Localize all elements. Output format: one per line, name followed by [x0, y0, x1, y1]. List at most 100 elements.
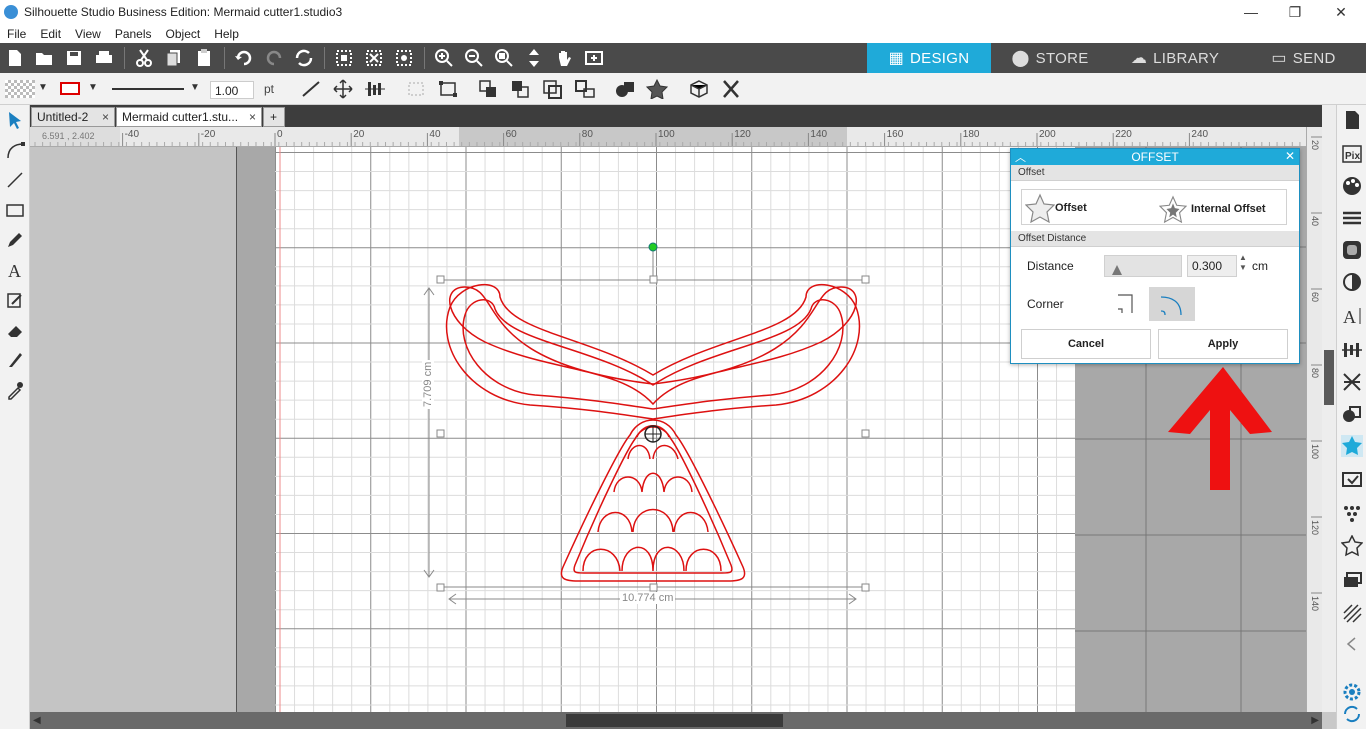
- doc-tab-untitled-2[interactable]: Untitled-2 ×: [31, 107, 115, 127]
- corner-round-button[interactable]: [1149, 287, 1195, 321]
- replicate-icon[interactable]: [688, 79, 710, 99]
- menu-view[interactable]: View: [68, 27, 108, 41]
- menu-object[interactable]: Object: [159, 27, 208, 41]
- align-panel-icon[interactable]: [1341, 339, 1363, 361]
- modify-icon[interactable]: [1341, 403, 1363, 425]
- layers-icon[interactable]: [1341, 569, 1363, 591]
- right-panel-scroll-thumb[interactable]: [1324, 350, 1334, 405]
- distance-slider[interactable]: [1104, 255, 1182, 277]
- text-tool-icon[interactable]: A: [4, 259, 26, 281]
- fill-dropdown-icon[interactable]: ▼: [38, 82, 48, 93]
- eyedropper-tool-icon[interactable]: [4, 379, 26, 401]
- transparency-icon[interactable]: [1341, 271, 1363, 293]
- open-folder-icon[interactable]: [34, 48, 54, 68]
- pan-hand-icon[interactable]: [554, 48, 574, 68]
- send-to-back-icon[interactable]: [510, 79, 532, 99]
- doc-tab-mermaid-cutter1[interactable]: Mermaid cutter1.stu... ×: [116, 107, 262, 127]
- tab-library[interactable]: ☁ LIBRARY: [1109, 43, 1241, 73]
- copy-icon[interactable]: [164, 48, 184, 68]
- deselect-icon[interactable]: [364, 48, 384, 68]
- point-edit-icon[interactable]: [4, 139, 26, 161]
- sketch-tool-icon[interactable]: [4, 289, 26, 311]
- close-window-button[interactable]: ✕: [1318, 0, 1364, 24]
- distance-input[interactable]: 0.300: [1187, 255, 1237, 277]
- horizontal-scroll-thumb[interactable]: [566, 714, 783, 727]
- fill-color-palette-icon[interactable]: [1341, 175, 1363, 197]
- redo-icon[interactable]: [264, 48, 284, 68]
- line-style-preview[interactable]: [112, 88, 184, 90]
- rectangle-tool-icon[interactable]: [4, 199, 26, 221]
- collapse-panel-icon[interactable]: ︿: [1015, 149, 1026, 165]
- offset-panel-star-icon[interactable]: [1341, 435, 1363, 457]
- restore-button[interactable]: ❐: [1272, 0, 1318, 24]
- sketch-pattern-icon[interactable]: [1341, 603, 1363, 625]
- line-color-dropdown-icon[interactable]: ▼: [88, 82, 98, 93]
- close-panel-icon[interactable]: ✕: [1285, 149, 1295, 163]
- trace-icon[interactable]: [1341, 239, 1363, 261]
- close-tab-icon[interactable]: ×: [249, 110, 256, 124]
- collapse-left-icon[interactable]: [1341, 633, 1363, 655]
- cut-scissors-icon[interactable]: [134, 48, 154, 68]
- redraw-icon[interactable]: [294, 48, 314, 68]
- zoom-fit-icon[interactable]: [584, 48, 604, 68]
- transform-icon[interactable]: [1341, 371, 1363, 393]
- group-icon[interactable]: [405, 79, 427, 99]
- select-arrow-icon[interactable]: [4, 109, 26, 131]
- corner-sharp-button[interactable]: [1110, 287, 1146, 321]
- draw-pencil-icon[interactable]: [4, 229, 26, 251]
- scroll-right-icon[interactable]: ▶: [1311, 715, 1319, 726]
- apply-button[interactable]: Apply: [1158, 329, 1288, 359]
- page-setup-icon[interactable]: [1341, 109, 1363, 131]
- save-icon[interactable]: [64, 48, 84, 68]
- select-all-icon[interactable]: [334, 48, 354, 68]
- zoom-select-icon[interactable]: [494, 48, 514, 68]
- line-color-swatch[interactable]: [60, 82, 80, 95]
- fill-pattern-swatch[interactable]: [5, 80, 35, 98]
- line-style-dropdown-icon[interactable]: ▼: [190, 82, 200, 93]
- edit-points-icon[interactable]: [394, 48, 414, 68]
- cancel-button[interactable]: Cancel: [1021, 329, 1151, 359]
- undo-icon[interactable]: [234, 48, 254, 68]
- line-style-icon[interactable]: [1341, 207, 1363, 229]
- settings-gear-icon[interactable]: [1341, 681, 1363, 703]
- replicate-panel-icon[interactable]: [1341, 469, 1363, 491]
- zoom-out-icon[interactable]: [464, 48, 484, 68]
- delete-icon[interactable]: [720, 79, 742, 99]
- bring-forward-icon[interactable]: [542, 79, 564, 99]
- sync-icon[interactable]: [1341, 703, 1363, 725]
- minimize-button[interactable]: —: [1228, 0, 1274, 24]
- tab-store[interactable]: ⬤ STORE: [991, 43, 1109, 73]
- distance-stepper-icon[interactable]: ▲ ▼: [1239, 253, 1247, 273]
- tab-send[interactable]: ▭ SEND: [1241, 43, 1366, 73]
- align-icon[interactable]: [364, 79, 386, 99]
- fit-to-page-icon[interactable]: [524, 48, 544, 68]
- pixscan-icon[interactable]: Pix: [1341, 143, 1363, 165]
- nesting-icon[interactable]: [1341, 503, 1363, 525]
- print-icon[interactable]: [94, 48, 114, 68]
- library-star-icon[interactable]: [1341, 535, 1363, 557]
- line-tool-icon[interactable]: [4, 169, 26, 191]
- menu-panels[interactable]: Panels: [108, 27, 159, 41]
- ungroup-icon[interactable]: [437, 79, 459, 99]
- menu-edit[interactable]: Edit: [33, 27, 68, 41]
- paste-icon[interactable]: [194, 48, 214, 68]
- offset-star-icon[interactable]: [645, 78, 669, 100]
- line-width-input[interactable]: 1.00: [210, 81, 254, 99]
- draw-line-tool-icon[interactable]: [300, 79, 322, 99]
- right-panel-scrollbar[interactable]: [1322, 105, 1336, 712]
- move-icon[interactable]: [332, 79, 354, 99]
- knife-tool-icon[interactable]: [4, 349, 26, 371]
- scroll-left-icon[interactable]: ◀: [33, 715, 41, 726]
- internal-offset-option-button[interactable]: Internal Offset: [1159, 195, 1266, 223]
- offset-option-button[interactable]: Offset: [1025, 193, 1087, 223]
- menu-help[interactable]: Help: [207, 27, 246, 41]
- distance-slider-thumb[interactable]: [1112, 265, 1122, 275]
- menu-file[interactable]: File: [0, 27, 33, 41]
- new-tab-button[interactable]: +: [263, 107, 285, 127]
- text-style-icon[interactable]: A: [1341, 305, 1363, 327]
- weld-icon[interactable]: [614, 79, 636, 99]
- eraser-tool-icon[interactable]: [4, 319, 26, 341]
- tab-design[interactable]: ▦ DESIGN: [867, 43, 991, 73]
- horizontal-scrollbar[interactable]: ◀ ▶: [30, 712, 1322, 729]
- new-file-icon[interactable]: [5, 48, 25, 68]
